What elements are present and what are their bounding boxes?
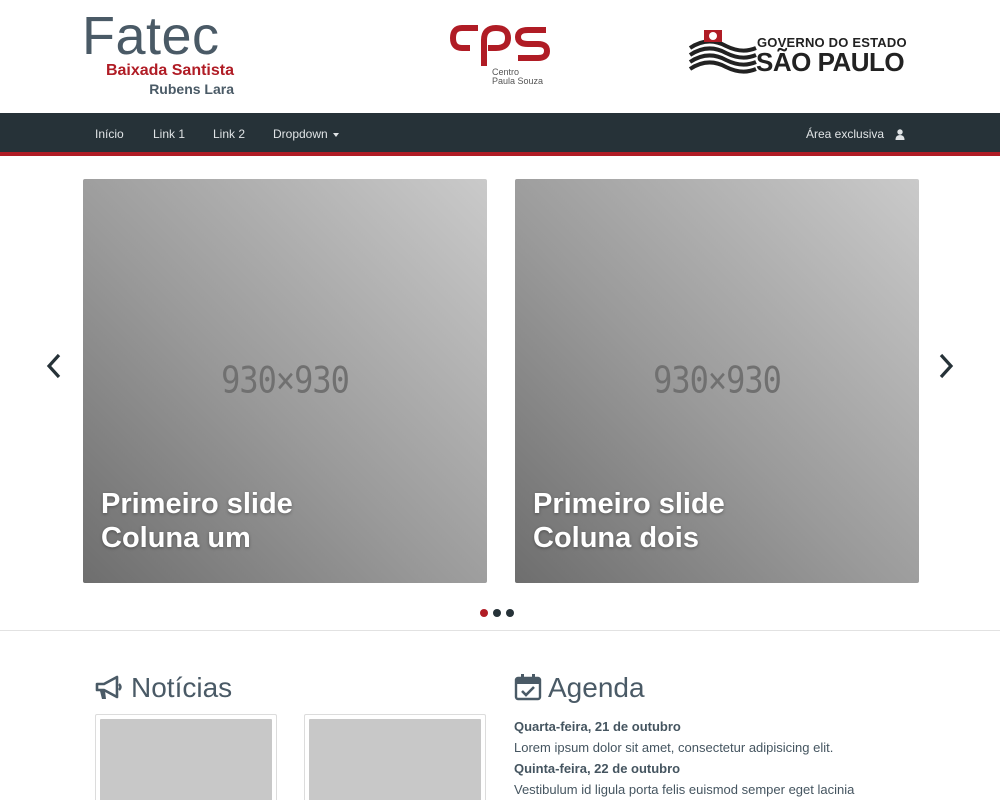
carousel-indicator-dot[interactable]: [506, 609, 514, 617]
sao-paulo-government-logo[interactable]: GOVERNO DO ESTADO SÃO PAULO: [688, 28, 918, 80]
cps-logo-mark: [449, 24, 551, 66]
carousel-slide[interactable]: 930×930 Primeiro slide Coluna dois: [515, 179, 919, 583]
fatec-logo-unit: Rubens Lara: [149, 81, 234, 97]
slide-caption-line: Primeiro slide: [101, 488, 293, 520]
agenda-entry-text: Vestibulum id ligula porta felis euismod…: [514, 782, 855, 797]
slide-caption-line: Coluna dois: [533, 522, 699, 554]
agenda-entry-date[interactable]: Quarta-feira, 21 de outubro: [514, 716, 934, 737]
news-title: Notícias: [131, 672, 233, 703]
agenda-title: Agenda: [548, 672, 645, 703]
news-heading: Notícias: [95, 670, 232, 706]
news-card-image: [100, 719, 272, 800]
caret-down-icon: [332, 132, 339, 137]
nav-item-dropdown[interactable]: Dropdown: [273, 113, 339, 156]
calendar-check-icon: [514, 674, 542, 701]
slide-caption: Primeiro slide Coluna um: [101, 487, 293, 555]
agenda-list: Quarta-feira, 21 de outubro Lorem ipsum …: [514, 716, 934, 800]
user-icon: [895, 129, 905, 141]
agenda-heading: Agenda: [514, 670, 645, 706]
slide-placeholder-label: 930×930: [221, 358, 350, 402]
nav-item-link-2[interactable]: Link 2: [213, 113, 245, 156]
chevron-right-icon[interactable]: [934, 350, 958, 382]
section-divider: [0, 630, 1000, 631]
slide-caption-line: Coluna um: [101, 522, 251, 554]
slide-placeholder-label: 930×930: [653, 358, 782, 402]
nav-item-dropdown-label: Dropdown: [273, 127, 328, 141]
area-exclusiva-label: Área exclusiva: [806, 127, 885, 141]
sao-paulo-flag-icon: [688, 30, 757, 74]
nav-item-inicio[interactable]: Início: [95, 113, 124, 156]
slide-caption: Primeiro slide Coluna dois: [533, 487, 725, 555]
chevron-left-icon[interactable]: [42, 350, 66, 382]
carousel-indicator-dot[interactable]: [493, 609, 501, 617]
news-card[interactable]: [95, 714, 277, 800]
carousel-indicator-dot[interactable]: [480, 609, 488, 617]
state-name: SÃO PAULO: [756, 47, 905, 77]
hero-carousel: 930×930 Primeiro slide Coluna um 930×930…: [0, 160, 1000, 630]
news-card-image: [309, 719, 481, 800]
fatec-logo-brand: Fatec: [82, 6, 220, 66]
agenda-entry-date[interactable]: Quinta-feira, 22 de outubro: [514, 758, 934, 779]
carousel-slide[interactable]: 930×930 Primeiro slide Coluna um: [83, 179, 487, 583]
nav-item-link-1[interactable]: Link 1: [153, 113, 185, 156]
megaphone-icon: [95, 675, 122, 699]
news-card[interactable]: [304, 714, 486, 800]
main-navbar: Início Link 1 Link 2 Dropdown Área exclu…: [0, 113, 1000, 156]
nav-item-area-exclusiva[interactable]: Área exclusiva: [806, 113, 905, 156]
site-header: Fatec Baixada Santista Rubens Lara Centr…: [0, 0, 1000, 113]
agenda-entry-text: Lorem ipsum dolor sit amet, consectetur …: [514, 740, 834, 755]
carousel-indicators: [480, 604, 519, 617]
fatec-logo[interactable]: Fatec Baixada Santista Rubens Lara: [82, 6, 242, 102]
cps-logo[interactable]: Centro Paula Souza: [448, 20, 558, 90]
slide-caption-line: Primeiro slide: [533, 488, 725, 520]
cps-logo-line2: Paula Souza: [492, 76, 544, 86]
